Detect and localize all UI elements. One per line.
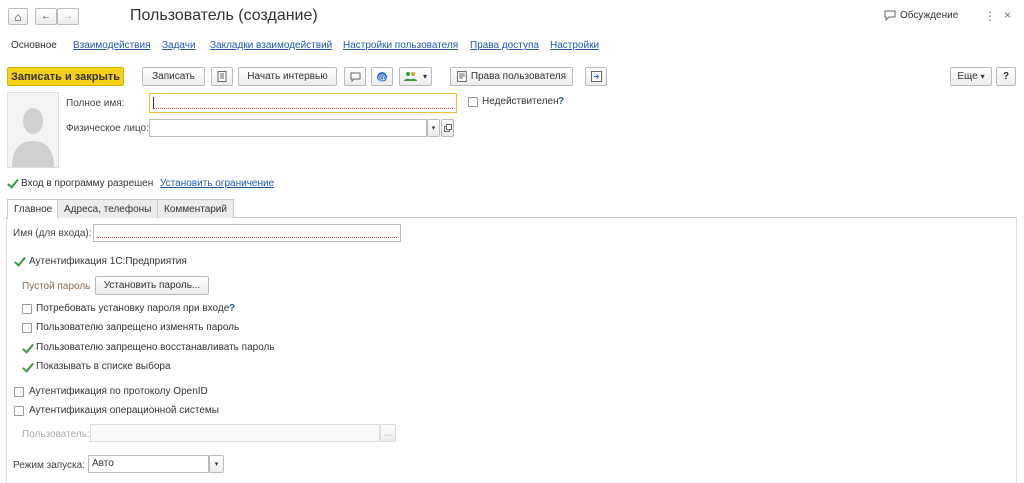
require-password-label: Потребовать установку пароля при входе [36, 303, 230, 314]
full-name-label: Полное имя: [66, 98, 125, 109]
set-password-button[interactable]: Установить пароль... [95, 276, 209, 295]
login-name-input[interactable] [93, 224, 401, 242]
start-interview-button[interactable]: Начать интервью [238, 67, 337, 86]
avatar[interactable] [7, 92, 59, 168]
no-change-password-label: Пользователю запрещено изменять пароль [36, 322, 240, 333]
auth-1c-label: Аутентификация 1С:Предприятия [29, 256, 187, 267]
inactive-label: Недействителен [482, 96, 559, 107]
more-actions-button[interactable]: Еще ▾ [950, 67, 992, 86]
no-change-password-checkbox[interactable] [22, 323, 32, 333]
login-allowed-checkbox[interactable] [7, 178, 17, 188]
home-button[interactable]: ⌂ [8, 8, 28, 25]
svg-text:@: @ [378, 73, 386, 82]
nav-access-rights[interactable]: Права доступа [470, 40, 539, 51]
person-open-button[interactable] [441, 119, 454, 137]
tab-comment[interactable]: Комментарий [157, 199, 234, 218]
inactive-help-icon[interactable]: ? [558, 96, 564, 107]
os-user-input[interactable] [90, 424, 380, 442]
more-menu-icon[interactable]: ⋮ [984, 9, 996, 23]
require-password-checkbox[interactable] [22, 304, 32, 314]
nav-main[interactable]: Основное [11, 40, 57, 51]
auth-os-label: Аутентификация операционной системы [29, 405, 219, 416]
speech-bubble-icon [884, 10, 896, 21]
required-underline [97, 237, 397, 238]
os-user-select-button[interactable]: ... [380, 424, 396, 442]
launch-mode-select[interactable]: Авто [88, 455, 209, 473]
auth-openid-label: Аутентификация по протоколу OpenID [29, 386, 208, 397]
navigate-button[interactable] [585, 67, 607, 86]
person-silhouette-icon [12, 108, 54, 167]
full-name-input[interactable] [149, 93, 457, 113]
no-restore-password-checkbox[interactable] [22, 343, 32, 353]
page-title: Пользователь (создание) [130, 7, 318, 24]
discussion-label: Обсуждение [900, 10, 959, 21]
nav-settings[interactable]: Настройки [550, 40, 599, 51]
email-button[interactable]: @ [371, 67, 393, 86]
nav-tasks[interactable]: Задачи [162, 40, 196, 51]
close-icon[interactable]: × [1004, 8, 1011, 22]
no-restore-password-label: Пользователю запрещено восстанавливать п… [36, 342, 275, 353]
message-icon [350, 72, 360, 82]
document-icon [217, 71, 227, 82]
auth-os-checkbox[interactable] [14, 406, 24, 416]
rights-icon [457, 71, 467, 82]
open-form-icon [443, 124, 452, 132]
help-button[interactable]: ? [996, 67, 1016, 86]
nav-user-settings[interactable]: Настройки пользователя [343, 40, 458, 51]
set-restriction-link[interactable]: Установить ограничение [160, 178, 274, 189]
tab-main[interactable]: Главное [7, 199, 60, 219]
login-allowed-label: Вход в программу разрешен [21, 178, 154, 189]
link-icon [590, 71, 602, 82]
chevron-down-icon: ▾ [980, 72, 985, 81]
message-button[interactable] [344, 67, 366, 86]
more-actions-label: Еще [957, 71, 978, 82]
person-input[interactable] [149, 119, 427, 137]
auth-1c-checkbox[interactable] [14, 256, 24, 266]
users-menu-button[interactable]: ▾ [399, 67, 432, 86]
save-and-close-button[interactable]: Записать и закрыть [7, 67, 124, 86]
show-in-list-checkbox[interactable] [22, 362, 32, 372]
back-button[interactable]: ← [35, 8, 57, 25]
auth-openid-checkbox[interactable] [14, 387, 24, 397]
discussion-button[interactable]: Обсуждение [884, 10, 958, 21]
save-button[interactable]: Записать [142, 67, 205, 86]
at-sign-icon: @ [377, 71, 387, 82]
user-rights-label: Права пользователя [470, 71, 566, 82]
report-button[interactable] [211, 67, 233, 86]
tab-addresses-phones[interactable]: Адреса, телефоны [57, 199, 159, 218]
login-name-label: Имя (для входа): [13, 228, 92, 239]
users-icon [404, 72, 417, 81]
nav-interactions[interactable]: Взаимодействия [73, 40, 151, 51]
nav-interaction-bookmarks[interactable]: Закладки взаимодействий [210, 40, 332, 51]
inactive-checkbox[interactable] [468, 97, 478, 107]
show-in-list-label: Показывать в списке выбора [36, 361, 171, 372]
launch-mode-value: Авто [92, 458, 114, 469]
forward-button[interactable]: → [57, 8, 79, 25]
empty-password-label: Пустой пароль [22, 281, 91, 292]
person-dropdown-button[interactable]: ▾ [427, 119, 440, 137]
launch-mode-dropdown-button[interactable]: ▾ [209, 455, 224, 473]
user-rights-button[interactable]: Права пользователя [450, 67, 573, 86]
os-user-label: Пользователь: [22, 429, 90, 440]
required-underline [153, 108, 453, 109]
chevron-down-icon: ▾ [422, 72, 427, 81]
require-password-help-icon[interactable]: ? [229, 303, 235, 314]
person-label: Физическое лицо: [66, 123, 149, 134]
launch-mode-label: Режим запуска: [13, 460, 85, 471]
